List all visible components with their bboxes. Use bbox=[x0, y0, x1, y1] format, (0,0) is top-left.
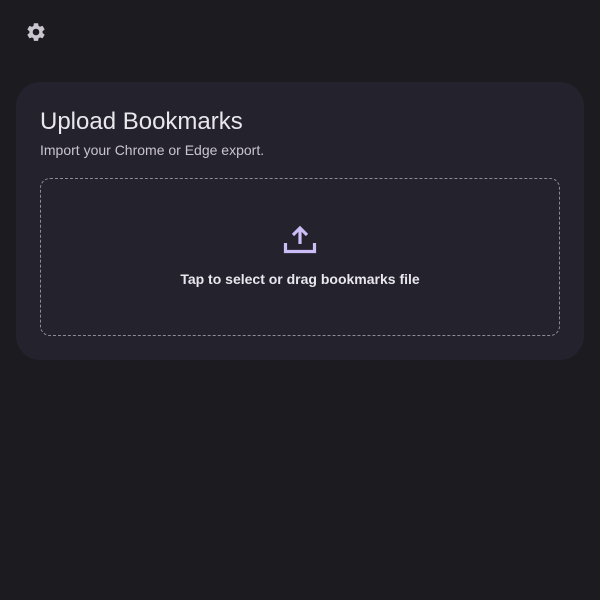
settings-button[interactable] bbox=[20, 16, 52, 48]
dropzone-label: Tap to select or drag bookmarks file bbox=[180, 271, 420, 287]
file-dropzone[interactable]: Tap to select or drag bookmarks file bbox=[40, 178, 560, 336]
card-title: Upload Bookmarks bbox=[40, 108, 243, 135]
app-root: Upload Bookmarks Import your Chrome or E… bbox=[0, 0, 600, 600]
upload-icon bbox=[283, 225, 317, 254]
upload-card: Upload Bookmarks Import your Chrome or E… bbox=[16, 82, 584, 360]
card-subtitle: Import your Chrome or Edge export. bbox=[40, 142, 265, 158]
gear-icon bbox=[27, 23, 45, 41]
